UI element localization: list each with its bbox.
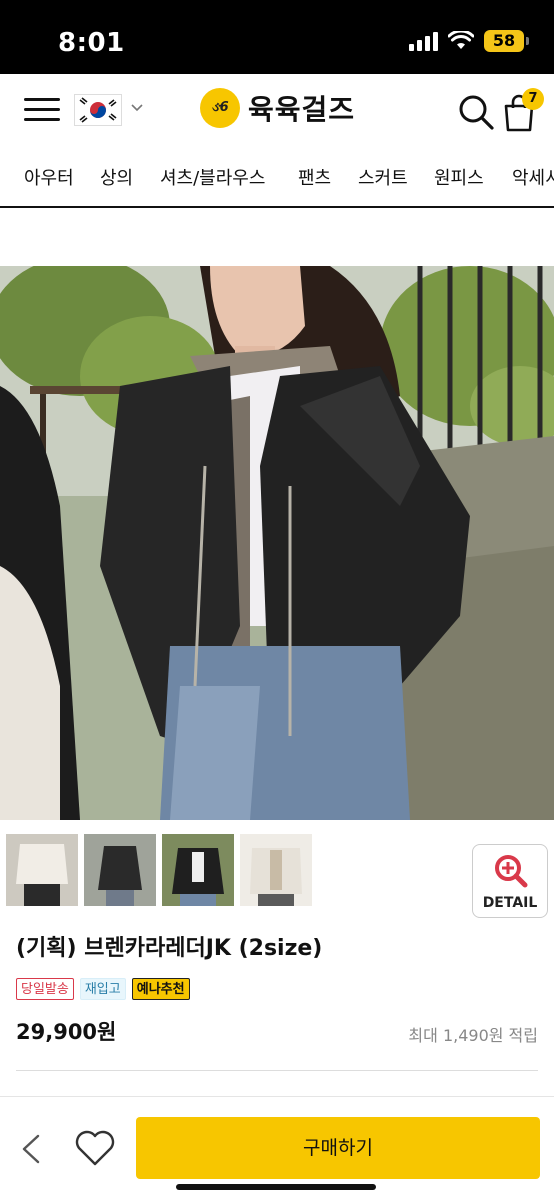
divider — [16, 1070, 538, 1071]
badge-recommended: 예나추천 — [131, 978, 190, 1000]
product-title: (기획) 브렌카라레더JK (2size) — [16, 936, 323, 961]
status-indicators: 58 — [409, 30, 529, 52]
thumbnail-strip — [6, 834, 312, 906]
category-accessories[interactable]: 악세서리 — [512, 164, 554, 190]
logo-mark: ઙ6 — [200, 88, 240, 128]
category-dresses[interactable]: 원피스 — [434, 164, 484, 190]
battery-indicator: 58 — [484, 30, 529, 52]
category-nav: 아우터 상의 셔츠/블라우스 팬츠 스커트 원피스 악세서리 — [0, 146, 554, 208]
category-shirts-blouses[interactable]: 셔츠/블라우스 — [160, 164, 265, 190]
status-time: 8:01 — [58, 28, 125, 58]
thumbnail-2[interactable] — [84, 834, 156, 906]
detail-zoom-button[interactable]: DETAIL — [472, 844, 548, 918]
zoom-in-icon — [495, 855, 528, 888]
korea-flag-icon[interactable] — [74, 94, 122, 126]
product-price: 29,900원 — [16, 1020, 117, 1044]
buy-button[interactable]: 구매하기 — [136, 1117, 540, 1179]
cart-count-badge: 7 — [522, 88, 544, 110]
cellular-signal-icon — [409, 31, 438, 51]
hamburger-icon[interactable] — [24, 96, 60, 124]
reward-points: 최대 1,490원 적립 — [408, 1026, 538, 1045]
site-header: ઙ6 육육걸즈 7 — [0, 74, 554, 146]
product-page: 8:01 58 ઙ6 육육걸즈 7 아우터 상의 셔츠/블라우스 팬츠 스커트 … — [0, 0, 554, 1200]
badge-same-day-shipping: 당일발송 — [16, 978, 74, 1000]
site-logo[interactable]: ઙ6 육육걸즈 — [200, 88, 355, 128]
category-tops[interactable]: 상의 — [100, 164, 133, 190]
chevron-down-icon[interactable] — [130, 100, 144, 114]
product-badges: 당일발송 재입고 예나추천 — [16, 978, 190, 1000]
back-chevron-icon[interactable] — [18, 1133, 44, 1165]
heart-icon[interactable] — [74, 1129, 116, 1167]
search-icon[interactable] — [456, 92, 496, 132]
thumbnail-4[interactable] — [240, 834, 312, 906]
wifi-icon — [448, 31, 474, 49]
category-pants[interactable]: 팬츠 — [298, 164, 331, 190]
cart-button[interactable]: 7 — [502, 88, 544, 132]
home-indicator — [176, 1184, 376, 1190]
detail-label: DETAIL — [482, 895, 538, 911]
category-outer[interactable]: 아우터 — [24, 164, 74, 190]
category-skirts[interactable]: 스커트 — [358, 164, 408, 190]
logo-text: 육육걸즈 — [248, 93, 356, 126]
status-bar: 8:01 58 — [0, 0, 554, 74]
product-main-image[interactable] — [0, 266, 554, 820]
badge-restock: 재입고 — [79, 978, 126, 1000]
thumbnail-1[interactable] — [6, 834, 78, 906]
thumbnail-3[interactable] — [162, 834, 234, 906]
